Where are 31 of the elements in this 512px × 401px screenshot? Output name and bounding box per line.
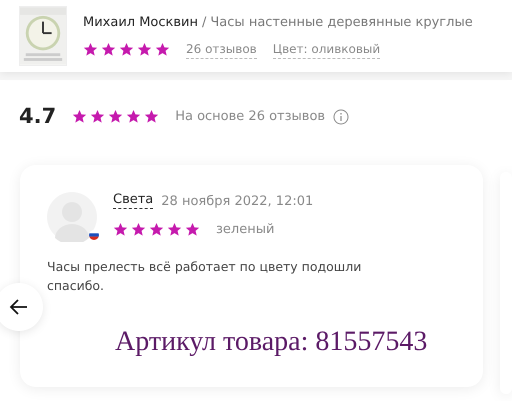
star-icon: [90, 109, 106, 124]
seller-name[interactable]: Михаил Москвин: [83, 12, 198, 32]
review-text: Часы прелесть всё работает по цвету подошли спасибо.: [47, 258, 362, 295]
star-icon: [131, 222, 146, 237]
separator: /: [202, 14, 206, 32]
back-arrow-icon: [9, 297, 29, 317]
avatar-icon: [47, 192, 97, 242]
average-rating: 4.7: [19, 106, 56, 127]
star-icon: [83, 42, 98, 58]
color-link[interactable]: Цвет: оливковый: [272, 40, 380, 60]
star-icon: [167, 222, 182, 237]
star-icon: [155, 42, 170, 58]
star-icon: [149, 222, 164, 237]
star-icon: [119, 42, 134, 58]
star-icon: [72, 109, 88, 124]
review-date: 28 ноября 2022, 12:01: [161, 193, 314, 211]
rating-basis: На основе 26 отзывов: [175, 108, 326, 126]
star-icon: [144, 109, 160, 124]
star-icon: [185, 222, 200, 237]
star-icon: [108, 109, 124, 124]
reviews-count-link[interactable]: 26 отзывов: [186, 40, 257, 60]
product-title: Часы настенные деревянные круглые: [210, 14, 473, 32]
star-icon: [101, 42, 116, 58]
article-caption: Артикул товара: 81557543: [115, 328, 428, 356]
star-icon: [126, 109, 142, 124]
variant-label: зеленый: [216, 220, 274, 238]
star-icon: [137, 42, 152, 58]
author-name[interactable]: Света: [113, 192, 154, 209]
info-icon[interactable]: [333, 108, 350, 124]
flag-icon: [89, 230, 99, 240]
star-icon: [113, 222, 128, 237]
